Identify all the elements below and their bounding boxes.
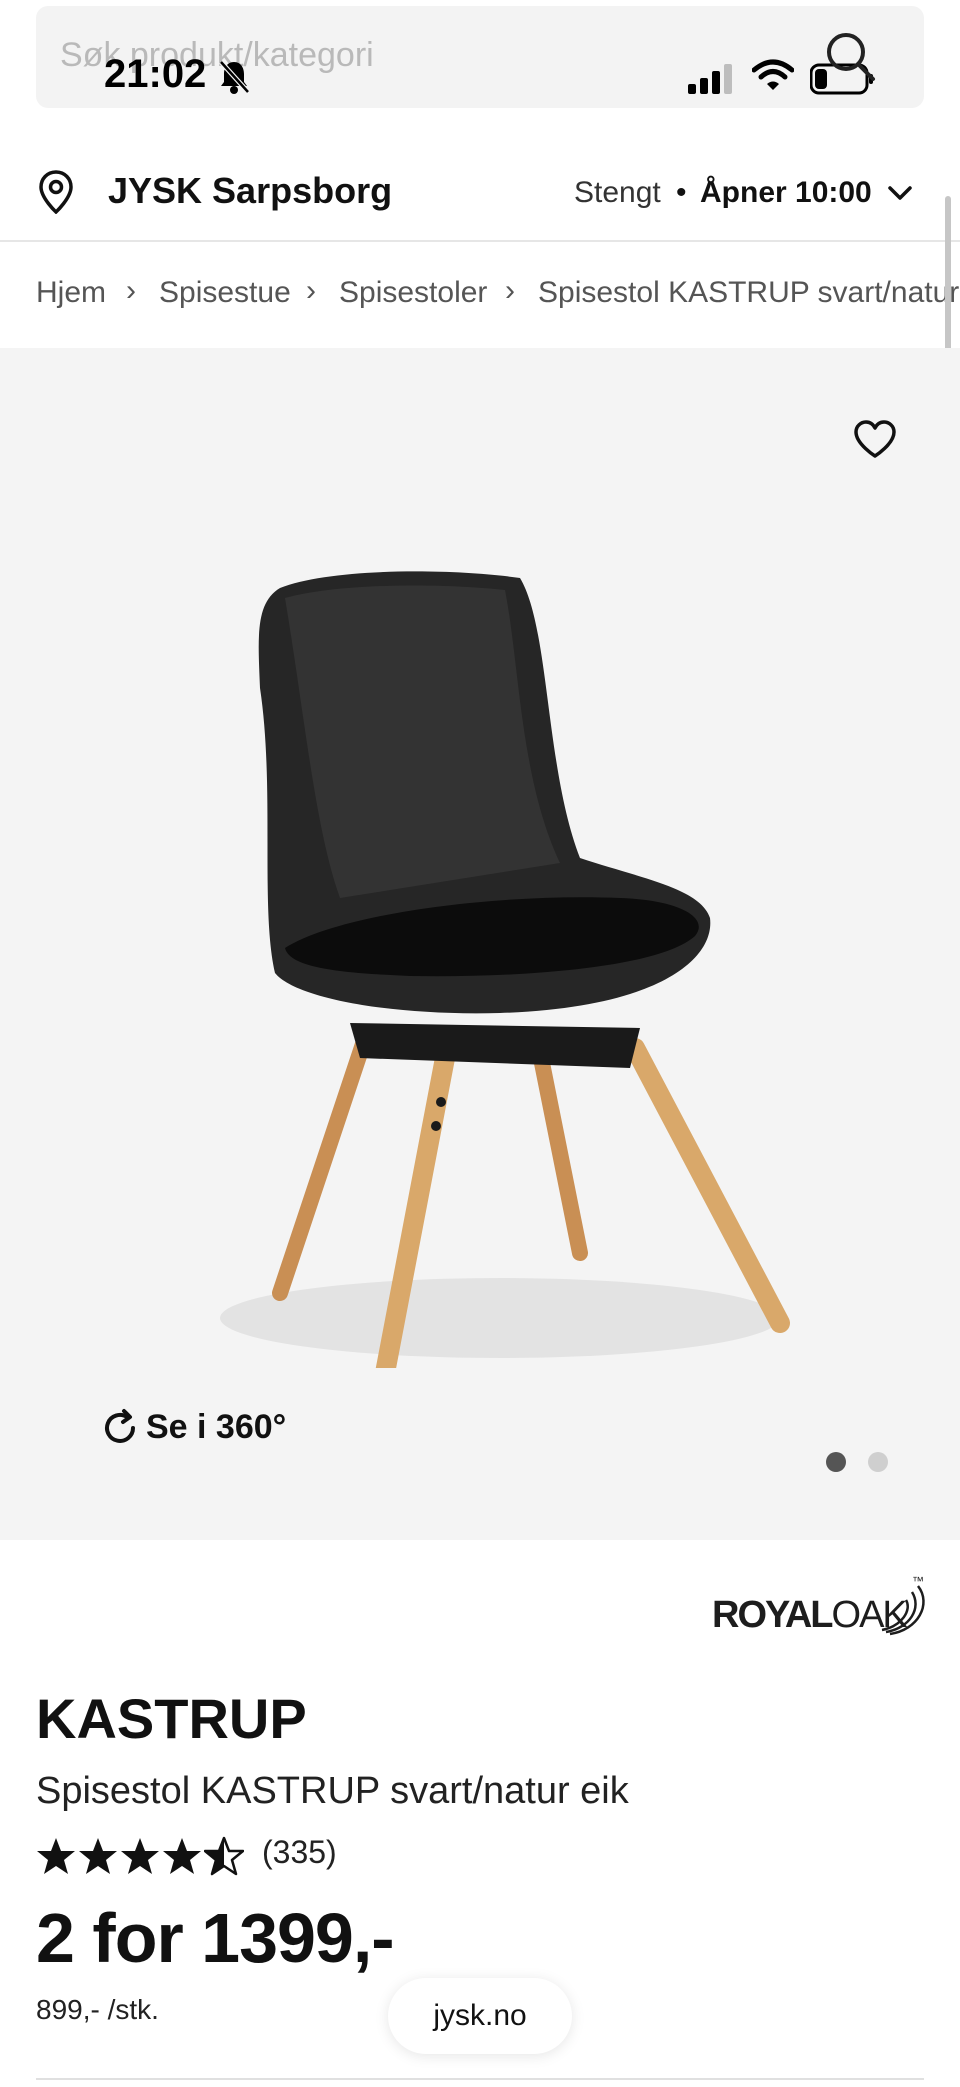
star-full-icon xyxy=(121,1838,159,1874)
status-time: 21:02 xyxy=(104,52,207,96)
chevron-right-icon: › xyxy=(126,274,136,307)
unit-price: 899,- /stk. xyxy=(36,1994,159,2025)
signal-icon xyxy=(688,64,732,94)
store-selector[interactable]: JYSK Sarpsborg Stengt • Åpner 10:00 xyxy=(0,136,960,242)
product-image-gallery[interactable]: Se i 360° xyxy=(0,348,960,1540)
chevron-right-icon: › xyxy=(505,274,515,307)
store-status-separator: • xyxy=(676,176,687,209)
product-price: 2 for 1399,- xyxy=(36,1899,395,1977)
product-description: Spisestol KASTRUP svart/natur eik xyxy=(36,1770,629,1812)
store-opening-time: Åpner 10:00 xyxy=(700,176,872,209)
chevron-down-icon[interactable] xyxy=(886,182,914,206)
star-half-icon xyxy=(204,1836,244,1876)
carousel-dot-active[interactable] xyxy=(826,1452,846,1472)
star-full-icon xyxy=(79,1838,117,1874)
product-title: KASTRUP xyxy=(36,1687,307,1750)
breadcrumb-item-spisestue[interactable]: Spisestue xyxy=(159,276,291,310)
location-pin-icon xyxy=(39,170,73,214)
search-icon[interactable] xyxy=(824,30,876,82)
breadcrumb-item-current: Spisestol KASTRUP svart/natur eik xyxy=(538,276,960,309)
wifi-icon xyxy=(752,59,794,90)
star-full-icon xyxy=(37,1838,75,1874)
store-name: JYSK Sarpsborg xyxy=(108,170,393,211)
breadcrumb-item-spisestoler[interactable]: Spisestoler xyxy=(339,276,487,310)
review-count: (335) xyxy=(262,1834,337,1870)
brand-logo: ROYALOAK ™ xyxy=(712,1574,926,1640)
rotate-icon xyxy=(105,1409,135,1443)
browser-url-pill[interactable]: jysk.no xyxy=(388,1978,572,2054)
heart-icon[interactable] xyxy=(852,418,898,460)
chevron-right-icon: › xyxy=(306,274,316,307)
trademark-symbol: ™ xyxy=(912,1574,924,1588)
bell-muted-icon xyxy=(219,60,250,94)
brand-name-bold: ROYAL xyxy=(712,1594,834,1636)
chair-image xyxy=(220,571,790,1368)
breadcrumb: Hjem › Spisestue › Spisestoler › Spisest… xyxy=(0,244,960,346)
store-status: Stengt xyxy=(574,176,661,209)
view-360-label: Se i 360° xyxy=(146,1408,287,1446)
carousel-dot[interactable] xyxy=(868,1452,888,1472)
divider xyxy=(36,2078,924,2080)
star-full-icon xyxy=(163,1838,201,1874)
breadcrumb-item-hjem[interactable]: Hjem xyxy=(36,276,106,310)
brand-swirl-icon xyxy=(881,1585,925,1636)
